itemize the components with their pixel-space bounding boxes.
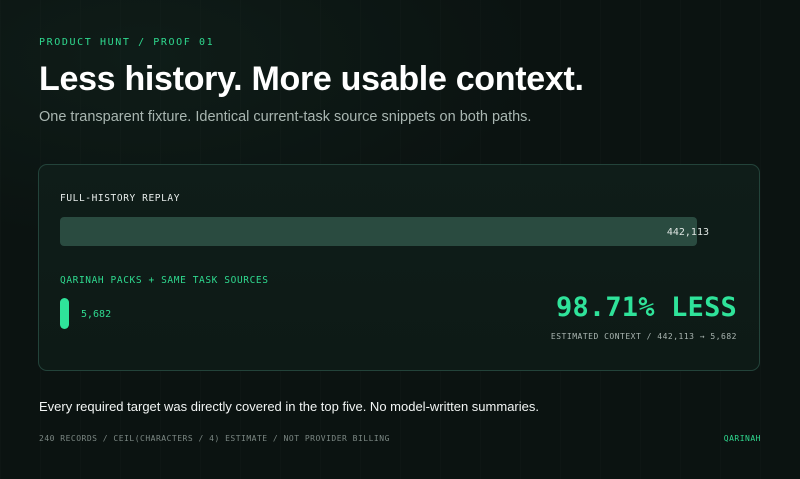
page-subtitle: One transparent fixture. Identical curre…: [39, 109, 532, 125]
reduction-headline: 98.71% LESS: [555, 292, 737, 323]
full-history-label: FULL-HISTORY REPLAY: [60, 193, 181, 204]
full-history-value: 442,113: [666, 227, 709, 238]
qarinah-label: QARINAH PACKS + SAME TASK SOURCES: [60, 275, 269, 286]
full-history-bar-track: [60, 217, 697, 246]
comparison-panel: FULL-HISTORY REPLAY 442,113 QARINAH PACK…: [38, 164, 760, 371]
full-history-bar: [60, 217, 697, 246]
qarinah-bar: [60, 298, 69, 329]
eyebrow-label: PRODUCT HUNT / PROOF 01: [39, 37, 215, 48]
page-title: Less history. More usable context.: [39, 60, 584, 98]
methodology-note: 240 RECORDS / CEIL(CHARACTERS / 4) ESTIM…: [39, 434, 390, 443]
reduction-caption: ESTIMATED CONTEXT / 442,113 → 5,682: [550, 332, 737, 341]
brand-mark: QARINAH: [723, 434, 761, 443]
coverage-footnote: Every required target was directly cover…: [39, 399, 539, 414]
qarinah-value: 5,682: [81, 309, 112, 320]
